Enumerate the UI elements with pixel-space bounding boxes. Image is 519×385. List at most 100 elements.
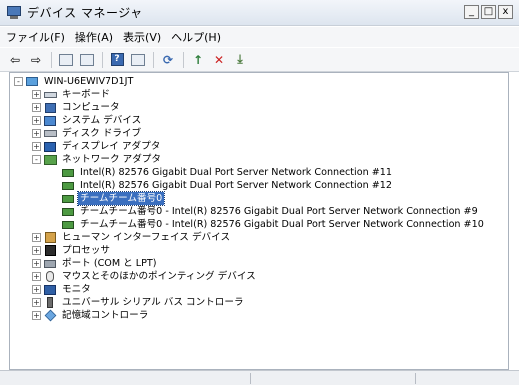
back-button[interactable]: ⇦ <box>5 51 25 69</box>
expand-toggle[interactable]: + <box>32 298 41 307</box>
computer-category-icon <box>43 102 57 113</box>
expand-toggle[interactable]: + <box>32 311 41 320</box>
network-adapter-icon <box>43 154 57 165</box>
status-bar-divider <box>250 373 251 384</box>
device-tree: - WIN-U6EWIV7D1JT + キーボード + コンピュータ + システ… <box>14 75 486 322</box>
tree-node-label: ネットワーク アダプタ <box>62 154 161 165</box>
tree-item-nic-11[interactable]: Intel(R) 82576 Gigabit Dual Port Server … <box>14 166 486 179</box>
tree-item-processors[interactable]: + プロセッサ <box>14 244 486 257</box>
properties-view-button[interactable] <box>77 51 97 69</box>
scan-hardware-button[interactable]: ⟳ <box>158 51 178 69</box>
tree-item-keyboards[interactable]: + キーボード <box>14 88 486 101</box>
menu-file[interactable]: ファイル(F) <box>6 29 65 45</box>
scan-hardware-icon: ⟳ <box>162 52 174 67</box>
uninstall-icon: ✕ <box>213 52 225 67</box>
tree-item-monitors[interactable]: + モニタ <box>14 283 486 296</box>
tree-item-network-adapters[interactable]: - ネットワーク アダプタ <box>14 153 486 166</box>
toolbar-separator <box>183 51 184 68</box>
tree-item-storage-controllers[interactable]: + 記憶域コントローラ <box>14 309 486 322</box>
device-manager-icon <box>6 5 22 20</box>
update-driver-icon: ↑ <box>192 52 204 67</box>
port-icon <box>43 258 57 269</box>
enable-device-icon: ⤓ <box>237 52 243 66</box>
usb-icon <box>43 297 57 308</box>
expand-toggle[interactable]: + <box>32 116 41 125</box>
action-pane-icon <box>131 53 145 66</box>
close-button[interactable]: x <box>498 5 513 19</box>
expand-toggle[interactable]: + <box>32 259 41 268</box>
tree-node-label: ディスプレイ アダプタ <box>62 141 161 152</box>
expand-toggle[interactable]: + <box>32 285 41 294</box>
tree-node-label: ポート (COM と LPT) <box>62 258 157 269</box>
processor-icon <box>43 245 57 256</box>
help-icon: ? <box>110 53 124 66</box>
tree-node-label: システム デバイス <box>62 115 142 126</box>
list-view-icon <box>80 53 94 66</box>
expand-toggle[interactable]: + <box>32 272 41 281</box>
tree-item-mice[interactable]: + マウスとそのほかのポインティング デバイス <box>14 270 486 283</box>
tree-node-label: ディスク ドライブ <box>62 128 142 139</box>
toolbar: ⇦ ⇨ ? ⟳ ↑ ✕ ⤓ <box>0 48 519 72</box>
tree-item-display-adapters[interactable]: + ディスプレイ アダプタ <box>14 140 486 153</box>
tree-node-label: チームチーム番号0 - Intel(R) 82576 Gigabit Dual … <box>80 219 484 230</box>
uninstall-button[interactable]: ✕ <box>209 51 229 69</box>
status-bar <box>0 370 519 385</box>
expand-toggle[interactable]: + <box>32 246 41 255</box>
network-card-icon <box>61 180 75 191</box>
tree-node-label: Intel(R) 82576 Gigabit Dual Port Server … <box>80 180 392 191</box>
tree-item-system-devices[interactable]: + システム デバイス <box>14 114 486 127</box>
status-bar-divider <box>415 373 416 384</box>
network-card-icon <box>61 167 75 178</box>
menu-help[interactable]: ヘルプ(H) <box>171 29 221 45</box>
display-adapter-icon <box>43 141 57 152</box>
network-card-icon <box>61 206 75 217</box>
back-arrow-icon: ⇦ <box>9 52 21 67</box>
update-driver-button[interactable]: ↑ <box>188 51 208 69</box>
tree-node-label: マウスとそのほかのポインティング デバイス <box>62 271 256 282</box>
tree-node-label: ユニバーサル シリアル バス コントローラ <box>62 297 244 308</box>
tree-item-disk-drives[interactable]: + ディスク ドライブ <box>14 127 486 140</box>
tree-item-usb-controllers[interactable]: + ユニバーサル シリアル バス コントローラ <box>14 296 486 309</box>
forward-button[interactable]: ⇨ <box>26 51 46 69</box>
computer-icon <box>25 76 39 87</box>
help-button[interactable]: ? <box>107 51 127 69</box>
window-title: デバイス マネージャ <box>27 6 143 20</box>
tree-root[interactable]: - WIN-U6EWIV7D1JT <box>14 75 486 88</box>
storage-controller-icon <box>43 309 57 322</box>
network-card-icon <box>61 193 75 204</box>
device-tree-panel: - WIN-U6EWIV7D1JT + キーボード + コンピュータ + システ… <box>9 72 509 370</box>
expand-toggle[interactable]: + <box>32 129 41 138</box>
collapse-toggle[interactable]: - <box>14 77 23 86</box>
menu-action[interactable]: 操作(A) <box>75 29 113 45</box>
menu-bar: ファイル(F) 操作(A) 表示(V) ヘルプ(H) <box>0 27 519 47</box>
tree-item-ports[interactable]: + ポート (COM と LPT) <box>14 257 486 270</box>
network-card-icon <box>61 219 75 230</box>
toolbar-separator <box>153 51 154 68</box>
disable-device-button[interactable]: ⤓ <box>230 51 250 69</box>
expand-toggle[interactable]: + <box>32 90 41 99</box>
console-tree-icon <box>59 53 73 66</box>
tree-item-team-0[interactable]: チームチーム番号0 <box>14 191 486 206</box>
tree-node-label: キーボード <box>62 89 110 100</box>
tree-node-label-selected: チームチーム番号0 <box>76 191 166 206</box>
title-bar: デバイス マネージャ _ □ x <box>0 0 519 26</box>
tree-item-team-0-nic-9[interactable]: チームチーム番号0 - Intel(R) 82576 Gigabit Dual … <box>14 205 486 218</box>
system-devices-icon <box>43 115 57 126</box>
tree-item-team-0-nic-10[interactable]: チームチーム番号0 - Intel(R) 82576 Gigabit Dual … <box>14 218 486 231</box>
window-controls: _ □ x <box>464 5 513 19</box>
minimize-button[interactable]: _ <box>464 5 479 19</box>
menu-view[interactable]: 表示(V) <box>123 29 161 45</box>
action-pane-button[interactable] <box>128 51 148 69</box>
toolbar-separator <box>102 51 103 68</box>
tree-node-label: ヒューマン インターフェイス デバイス <box>62 232 231 243</box>
tree-item-hid[interactable]: + ヒューマン インターフェイス デバイス <box>14 231 486 244</box>
collapse-toggle[interactable]: - <box>32 155 41 164</box>
expand-toggle[interactable]: + <box>32 103 41 112</box>
hid-icon <box>43 232 57 243</box>
tree-item-computer[interactable]: + コンピュータ <box>14 101 486 114</box>
expand-toggle[interactable]: + <box>32 142 41 151</box>
tree-item-nic-12[interactable]: Intel(R) 82576 Gigabit Dual Port Server … <box>14 179 486 192</box>
show-hide-console-tree-button[interactable] <box>56 51 76 69</box>
expand-toggle[interactable]: + <box>32 233 41 242</box>
maximize-button[interactable]: □ <box>481 5 496 19</box>
